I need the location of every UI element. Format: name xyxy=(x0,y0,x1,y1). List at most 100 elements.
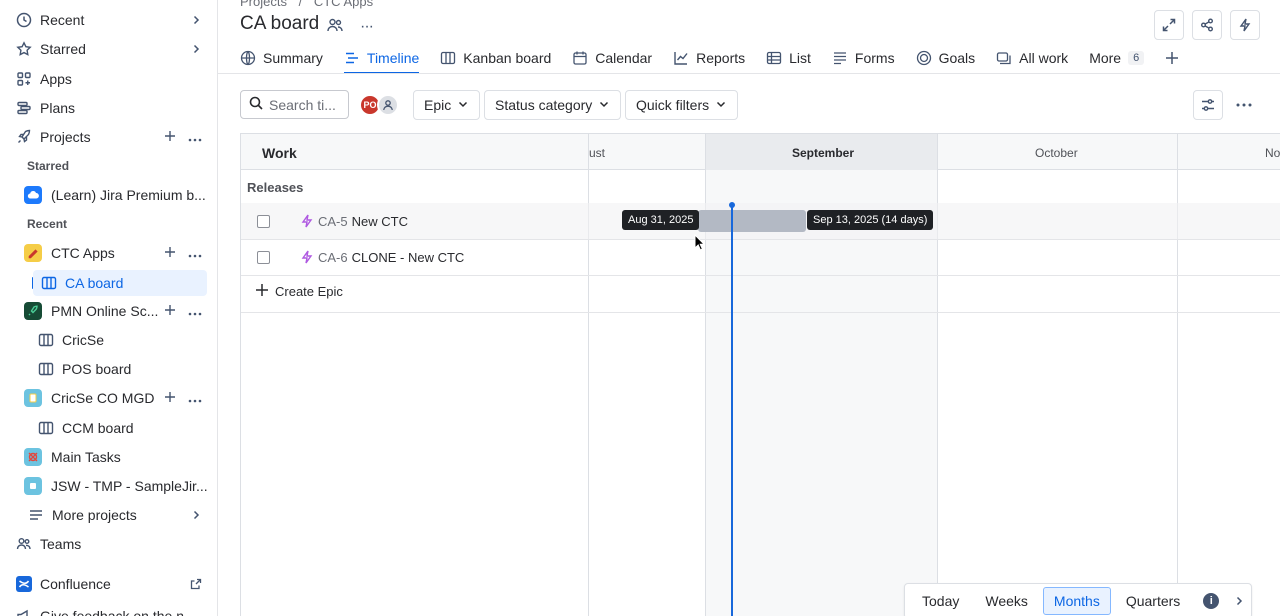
row-checkbox[interactable] xyxy=(257,250,270,264)
sidebar-section-starred: Starred xyxy=(27,159,70,173)
more-icon[interactable] xyxy=(1229,90,1259,120)
sidebar-item-plans[interactable]: Plans xyxy=(8,95,208,121)
work-item-key[interactable]: CA-5 xyxy=(318,214,348,229)
chevron-down-icon xyxy=(457,97,469,113)
sidebar-item-confluence[interactable]: Confluence xyxy=(8,571,208,597)
share-icon[interactable] xyxy=(1192,10,1222,40)
tab-reports[interactable]: Reports xyxy=(673,44,745,72)
tab-more[interactable]: More 6 xyxy=(1089,44,1145,72)
sidebar-item-ccm-board[interactable]: CCM board xyxy=(30,415,208,441)
add-view-button[interactable] xyxy=(1165,44,1179,72)
status-category-dropdown[interactable]: Status category xyxy=(484,90,622,120)
sidebar-item-starred[interactable]: Starred xyxy=(8,36,208,62)
unassigned-avatar-icon[interactable] xyxy=(377,94,399,116)
quick-filters-dropdown[interactable]: Quick filters xyxy=(625,90,739,120)
calendar-icon xyxy=(572,50,588,66)
chevron-down-icon xyxy=(715,97,727,113)
board-icon xyxy=(38,361,54,377)
tab-label: Kanban board xyxy=(463,50,552,66)
sidebar-item-pmn[interactable]: PMN Online Sc... xyxy=(8,298,208,324)
more-icon[interactable] xyxy=(188,245,202,261)
table-row[interactable]: CA-6 CLONE - New CTC xyxy=(257,239,464,275)
search-input[interactable] xyxy=(269,96,339,113)
zoom-months-button[interactable]: Months xyxy=(1042,587,1111,615)
more-icon[interactable] xyxy=(188,303,202,319)
plus-icon xyxy=(255,283,269,300)
apps-icon xyxy=(16,71,32,87)
sidebar-item-recent[interactable]: Recent xyxy=(8,7,208,33)
plus-icon[interactable] xyxy=(164,245,176,261)
chart-icon xyxy=(673,50,689,66)
tab-list[interactable]: List xyxy=(766,44,811,72)
info-icon[interactable]: i xyxy=(1203,593,1220,609)
plus-icon[interactable] xyxy=(164,390,176,406)
chevron-right-icon xyxy=(190,43,202,55)
assignee-filter[interactable]: PO xyxy=(359,94,399,116)
sidebar-item-label: Plans xyxy=(40,100,76,116)
page-title: CA board xyxy=(240,13,320,34)
row-checkbox[interactable] xyxy=(257,214,270,228)
chevron-right-icon[interactable] xyxy=(1233,595,1245,607)
team-access-icon[interactable] xyxy=(326,16,344,37)
month-label-september: September xyxy=(792,146,855,160)
create-epic-button[interactable]: Create Epic xyxy=(255,283,343,300)
dropdown-label: Epic xyxy=(424,97,452,113)
tab-label: Goals xyxy=(938,50,976,66)
sidebar-item-cricse[interactable]: CricSe xyxy=(30,327,208,353)
tab-timeline[interactable]: Timeline xyxy=(343,44,420,74)
sidebar-item-main-tasks[interactable]: Main Tasks xyxy=(8,444,208,470)
zoom-quarters-button[interactable]: Quarters xyxy=(1115,587,1191,615)
view-settings-icon[interactable] xyxy=(1193,90,1223,120)
sidebar: Recent Starred Apps Plans Projects Starr… xyxy=(0,0,218,616)
sidebar-item-label: Recent xyxy=(40,12,85,28)
work-item-summary[interactable]: New CTC xyxy=(352,214,408,229)
table-row[interactable]: CA-5 New CTC xyxy=(257,203,408,239)
tab-kanban-board[interactable]: Kanban board xyxy=(440,44,551,72)
more-icon[interactable] xyxy=(188,390,202,406)
sidebar-item-feedback[interactable]: Give feedback on the n... xyxy=(8,603,208,616)
sidebar-item-projects[interactable]: Projects xyxy=(8,124,208,150)
tab-goals[interactable]: Goals xyxy=(916,44,976,72)
more-icon[interactable] xyxy=(188,129,202,145)
sidebar-item-pos-board[interactable]: POS board xyxy=(30,356,208,382)
sidebar-item-apps[interactable]: Apps xyxy=(8,66,208,92)
sidebar-item-jsw[interactable]: JSW - TMP - SampleJir... xyxy=(8,473,208,499)
zoom-today-button[interactable]: Today xyxy=(911,587,970,615)
sidebar-section-recent: Recent xyxy=(27,217,68,231)
sidebar-item-ctc-apps[interactable]: CTC Apps xyxy=(8,240,208,266)
chevron-right-icon xyxy=(190,509,202,521)
sidebar-item-cricse-co[interactable]: CricSe CO MGD xyxy=(8,385,208,411)
plus-icon[interactable] xyxy=(164,129,176,145)
search-box[interactable] xyxy=(240,90,349,119)
automation-icon[interactable] xyxy=(1230,10,1260,40)
zoom-weeks-button[interactable]: Weeks xyxy=(974,587,1039,615)
tab-all-work[interactable]: All work xyxy=(996,44,1068,72)
work-item-summary[interactable]: CLONE - New CTC xyxy=(352,250,465,265)
row-divider xyxy=(241,312,1280,313)
sidebar-item-label: Main Tasks xyxy=(51,449,121,465)
sidebar-item-more-projects[interactable]: More projects xyxy=(8,502,208,528)
breadcrumb-project[interactable]: CTC Apps xyxy=(314,0,373,9)
globe-icon xyxy=(240,50,256,66)
sidebar-item-learn-project[interactable]: (Learn) Jira Premium b... xyxy=(8,182,208,208)
tab-calendar[interactable]: Calendar xyxy=(572,44,652,72)
star-icon xyxy=(16,41,32,57)
epic-dropdown[interactable]: Epic xyxy=(413,90,481,120)
tab-label: Timeline xyxy=(366,50,420,66)
sidebar-item-teams[interactable]: Teams xyxy=(8,531,208,557)
expand-icon[interactable] xyxy=(1154,10,1184,40)
today-marker-dot xyxy=(729,202,735,208)
tab-summary[interactable]: Summary xyxy=(240,44,323,72)
tab-forms[interactable]: Forms xyxy=(832,44,895,72)
more-actions-button[interactable]: ··· xyxy=(360,18,374,36)
plus-icon[interactable] xyxy=(164,303,176,319)
board-icon xyxy=(38,332,54,348)
sidebar-item-ca-board[interactable]: CA board xyxy=(33,270,207,296)
work-column-header: Work xyxy=(262,145,297,161)
tab-label: Calendar xyxy=(595,50,653,66)
epic-schedule-bar[interactable] xyxy=(698,210,806,232)
breadcrumb-projects[interactable]: Projects xyxy=(240,0,287,9)
create-epic-label: Create Epic xyxy=(275,284,343,299)
work-item-key[interactable]: CA-6 xyxy=(318,250,348,265)
epic-icon xyxy=(300,214,314,228)
